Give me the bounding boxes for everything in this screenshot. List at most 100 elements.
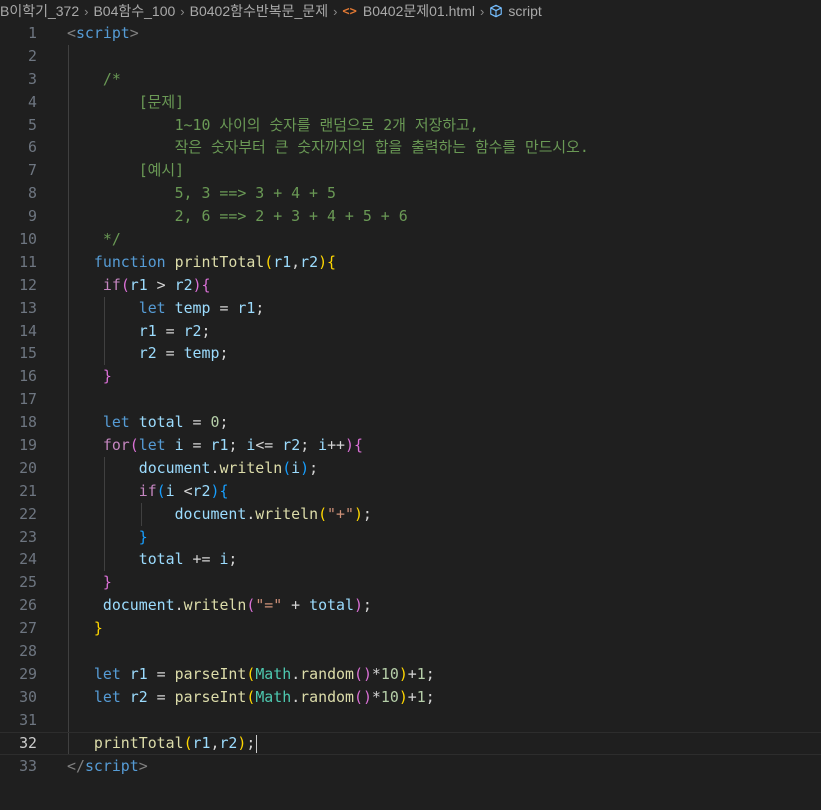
- line-number: 25: [19, 573, 37, 592]
- line-number: 16: [19, 367, 37, 386]
- code-line[interactable]: 6 작은 숫자부터 큰 숫자까지의 합을 출력하는 함수를 만드시오.: [0, 136, 821, 160]
- code-token: script: [84, 756, 139, 775]
- code-token: (: [120, 275, 130, 294]
- cube-icon: [490, 4, 503, 18]
- code-line[interactable]: 5 1~10 사이의 숫자를 랜덤으로 2개 저장하고,: [0, 113, 821, 137]
- code-line[interactable]: 7 [예시]: [0, 159, 821, 183]
- code-line[interactable]: 23 }: [0, 525, 821, 549]
- code-text: document.writeln("+");: [67, 503, 372, 526]
- breadcrumb-item[interactable]: B이학기_372: [0, 1, 79, 21]
- code-line[interactable]: 8 5, 3 ==> 3 + 4 + 5: [0, 182, 821, 206]
- line-number: 14: [19, 321, 37, 340]
- code-line[interactable]: 20 document.writeln(i);: [0, 456, 821, 480]
- code-token: script: [75, 24, 130, 42]
- code-editor[interactable]: 1 <script> 2 3 /* 4 [문제] 5 1~10 사이의 숫자를 랜덤으로 …: [0, 22, 821, 777]
- code-token: ;: [228, 436, 247, 455]
- code-text: /*: [67, 68, 121, 91]
- code-line[interactable]: 14 r1 = r2;: [0, 319, 821, 343]
- line-number: 18: [19, 413, 37, 432]
- line-number: 17: [19, 390, 37, 409]
- code-token: ): [345, 436, 354, 455]
- code-text: 2, 6 ==> 2 + 3 + 4 + 5 + 6: [67, 205, 408, 228]
- code-line[interactable]: 33 </script>: [0, 755, 821, 778]
- code-line[interactable]: 10 */: [0, 228, 821, 251]
- code-line[interactable]: 1 <script>: [0, 22, 821, 45]
- code-token: =: [183, 436, 211, 455]
- line-number: 23: [19, 527, 37, 546]
- code-token: 2, 6 ==> 2 + 3 + 4 + 5 + 6: [67, 207, 408, 226]
- code-token: r1: [210, 436, 229, 455]
- code-text: let r2 = parseInt(Math.random()*10)+1;: [67, 686, 435, 709]
- code-line[interactable]: 22 document.writeln("+");: [0, 502, 821, 526]
- code-token: 1: [416, 664, 426, 683]
- line-number: 30: [19, 687, 37, 706]
- code-line[interactable]: 28: [0, 640, 821, 663]
- breadcrumb-item[interactable]: › script: [475, 3, 542, 19]
- code-token: +: [282, 596, 310, 615]
- code-token: =: [183, 413, 211, 432]
- code-token: r2: [219, 733, 238, 752]
- breadcrumb-item[interactable]: › B04함수_100: [79, 1, 175, 21]
- code-token: 10: [380, 664, 399, 683]
- code-text: </script>: [67, 755, 148, 778]
- chevron-right-icon: ›: [180, 3, 185, 19]
- code-line[interactable]: 25 }: [0, 571, 821, 595]
- code-token: {: [354, 436, 363, 455]
- code-line[interactable]: 2: [0, 44, 821, 68]
- code-token: Math: [255, 687, 292, 706]
- code-token: r1: [273, 252, 292, 271]
- code-token: let: [102, 413, 130, 432]
- code-text: }: [67, 365, 112, 388]
- code-line[interactable]: 9 2, 6 ==> 2 + 3 + 4 + 5 + 6: [0, 205, 821, 229]
- code-line[interactable]: 31: [0, 708, 821, 732]
- code-line[interactable]: 27 }: [0, 617, 821, 641]
- code-line[interactable]: 4 [문제]: [0, 90, 821, 114]
- code-token: ): [318, 252, 328, 271]
- breadcrumb-label: script: [508, 3, 542, 19]
- code-token: writeln: [183, 596, 247, 615]
- code-token: >: [147, 275, 175, 294]
- code-line[interactable]: 19 for(let i = r1; i<= r2; i++){: [0, 434, 821, 457]
- code-line[interactable]: 29 let r1 = parseInt(Math.random()*10)+1…: [0, 662, 821, 686]
- line-number: 13: [19, 298, 37, 317]
- code-token: *: [371, 664, 381, 683]
- code-line[interactable]: 16 }: [0, 365, 821, 389]
- code-token: r2: [300, 252, 319, 271]
- indent-guide: [68, 640, 69, 663]
- code-line[interactable]: 15 r2 = temp;: [0, 342, 821, 366]
- code-line[interactable]: 26 document.writeln("=" + total);: [0, 594, 821, 618]
- breadcrumb-item[interactable]: › <> B0402문제01.html: [328, 1, 475, 21]
- code-line[interactable]: 18 let total = 0;: [0, 411, 821, 435]
- code-token: ): [398, 664, 408, 683]
- code-line[interactable]: 21 if(i <r2){: [0, 479, 821, 503]
- code-token: >: [129, 24, 139, 42]
- code-token: (: [353, 664, 363, 683]
- code-token: "=": [255, 596, 283, 615]
- line-number: 1: [28, 24, 37, 42]
- code-line[interactable]: 11 function printTotal(r1,r2){: [0, 250, 821, 274]
- code-token: .: [291, 687, 301, 706]
- code-token: ): [362, 687, 372, 706]
- code-line[interactable]: 3 /*: [0, 67, 821, 91]
- code-text: if(i <r2){: [67, 480, 229, 503]
- code-line[interactable]: 32 printTotal(r1,r2);: [0, 731, 821, 755]
- code-token: document: [138, 458, 211, 477]
- code-line[interactable]: 24 total += i;: [0, 548, 821, 572]
- breadcrumb-item[interactable]: › B0402함수반복문_문제: [175, 1, 328, 21]
- breadcrumb-label: B0402함수반복문_문제: [189, 3, 329, 19]
- code-text: }: [67, 571, 112, 594]
- code-line[interactable]: 17: [0, 388, 821, 412]
- code-token: function: [93, 252, 166, 271]
- code-line[interactable]: 30 let r2 = parseInt(Math.random()*10)+1…: [0, 685, 821, 709]
- code-line[interactable]: 13 let temp = r1;: [0, 296, 821, 320]
- code-token: printTotal: [174, 252, 265, 271]
- code-line[interactable]: 12 if(r1 > r2){: [0, 273, 821, 297]
- code-token: /*: [67, 69, 121, 88]
- code-token: 5, 3 ==> 3 + 4 + 5: [67, 184, 336, 203]
